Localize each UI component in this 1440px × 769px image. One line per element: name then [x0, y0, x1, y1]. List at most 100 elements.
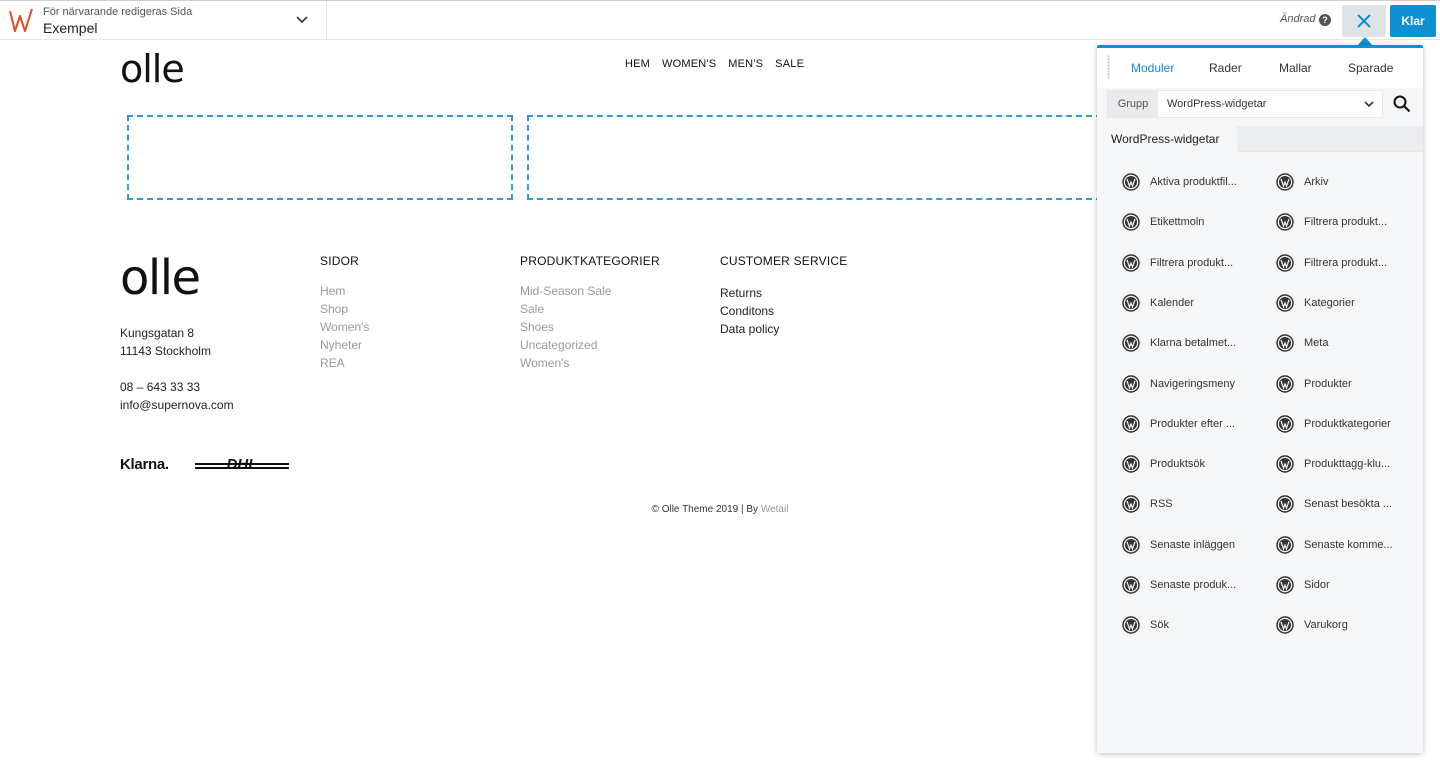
footer-link[interactable]: Nyheter [320, 336, 369, 354]
wordpress-icon [1122, 253, 1140, 272]
widget-item[interactable]: Produkttagg-klu... [1276, 454, 1390, 474]
widget-item[interactable]: Klarna betalmet... [1122, 333, 1236, 353]
site-logo[interactable]: olle [120, 50, 185, 88]
copyright-text: © Olle Theme 2019 | By [651, 504, 759, 515]
tab-mallar[interactable]: Mallar [1279, 61, 1312, 75]
footer-link[interactable]: Women's [320, 318, 369, 336]
widget-label: Filtrera produkt... [1150, 256, 1234, 269]
widget-item[interactable]: Produktsök [1122, 454, 1205, 474]
nav-item-mens[interactable]: MEN'S [728, 58, 763, 70]
widget-item[interactable]: Produkter [1276, 374, 1352, 394]
wordpress-icon [1122, 173, 1140, 191]
close-panel-button[interactable] [1342, 5, 1386, 37]
chevron-down-icon[interactable] [1364, 99, 1374, 109]
widget-label: Sidor [1304, 579, 1330, 591]
footer-link[interactable]: REA [320, 354, 369, 372]
search-icon[interactable] [1393, 95, 1411, 113]
widget-item[interactable]: Filtrera produkt... [1276, 253, 1387, 273]
widget-item[interactable]: Aktiva produktfil... [1122, 172, 1237, 192]
footer-link[interactable]: Hem [320, 282, 369, 300]
nav-item-sale[interactable]: SALE [775, 58, 804, 70]
group-value[interactable]: WordPress-widgetar [1167, 91, 1266, 117]
widget-label: Senaste komme... [1304, 538, 1393, 551]
widget-item[interactable]: Kalender [1122, 293, 1194, 313]
wordpress-icon [1122, 294, 1140, 312]
wetail-link[interactable]: Wetail [761, 504, 789, 515]
widget-item[interactable]: Senaste komme... [1276, 535, 1393, 555]
footer-col-produktkategorier: Mid-Season Sale Sale Shoes Uncategorized… [520, 282, 611, 372]
widget-label: Kalender [1150, 296, 1195, 309]
help-icon[interactable]: ? [1319, 14, 1331, 26]
widget-item[interactable]: Meta [1276, 333, 1328, 353]
wordpress-icon [1122, 616, 1140, 635]
done-button[interactable]: Klar [1390, 5, 1436, 37]
widget-item[interactable]: Produktkategorier [1276, 414, 1391, 434]
topbar-divider [326, 1, 327, 41]
wordpress-icon [1276, 616, 1294, 635]
drag-handle-icon[interactable] [1107, 55, 1110, 79]
section-tab-label[interactable]: WordPress-widgetar [1097, 126, 1237, 153]
widget-item[interactable]: Senast besökta ... [1276, 494, 1392, 514]
widget-item[interactable]: Arkiv [1276, 172, 1328, 192]
chevron-down-icon[interactable] [295, 13, 309, 27]
tab-sparade[interactable]: Sparade [1348, 61, 1393, 75]
widget-item[interactable]: Filtrera produkt... [1276, 212, 1387, 232]
footer-link[interactable]: Sale [520, 300, 611, 318]
widget-item[interactable]: Varukorg [1276, 615, 1348, 635]
widget-item[interactable]: Kategorier [1276, 293, 1355, 313]
footer-link[interactable]: Returns [720, 284, 779, 302]
footer-link[interactable]: Shoes [520, 318, 611, 336]
nav-item-hem[interactable]: HEM [625, 58, 650, 70]
wordpress-icon [1276, 173, 1294, 191]
widget-label: Produkttagg-klu... [1304, 458, 1391, 471]
widget-label: Filtrera produkt... [1304, 256, 1388, 269]
builder-topbar: För närvarande redigeras Sida Exempel Än… [0, 0, 1440, 46]
wordpress-icon [1122, 535, 1140, 554]
footer-link[interactable]: Shop [320, 300, 369, 318]
widget-item[interactable]: Produkter efter ... [1122, 414, 1235, 434]
page-title[interactable]: Exempel [43, 20, 97, 36]
group-label: Grupp [1108, 91, 1158, 117]
section-tab: WordPress-widgetar [1097, 126, 1423, 153]
drop-zone-right[interactable] [527, 115, 1102, 200]
wordpress-icon [1122, 415, 1140, 433]
widget-label: Senast besökta ... [1304, 498, 1393, 511]
tab-rader[interactable]: Rader [1209, 61, 1242, 75]
widget-item[interactable]: RSS [1122, 494, 1173, 514]
group-select[interactable]: Grupp WordPress-widgetar [1107, 90, 1383, 118]
footer-col-title-customer-service: CUSTOMER SERVICE [720, 254, 848, 268]
widget-item[interactable]: Sidor [1276, 575, 1330, 595]
tab-moduler[interactable]: Moduler [1131, 61, 1174, 75]
widget-item[interactable]: Senaste produk... [1122, 575, 1236, 595]
wordpress-icon [1122, 576, 1140, 594]
footer-link[interactable]: Mid-Season Sale [520, 282, 611, 300]
klarna-logo: Klarna. [120, 456, 169, 473]
widget-item[interactable]: Filtrera produkt... [1122, 253, 1233, 273]
widget-item[interactable]: Senaste inläggen [1122, 535, 1235, 555]
widget-label: Filtrera produkt... [1304, 216, 1388, 229]
widget-item[interactable]: Etikettmoln [1122, 212, 1204, 232]
footer-link[interactable]: Women's [520, 354, 611, 372]
widget-label: Varukorg [1304, 619, 1348, 632]
nav-item-womens[interactable]: WOMEN'S [662, 58, 716, 70]
wordpress-icon [1276, 535, 1294, 554]
widget-label: Produkter efter ... [1150, 417, 1235, 430]
footer-link[interactable]: Conditons [720, 302, 779, 320]
changed-status[interactable]: Ändrad [1280, 13, 1315, 25]
email-link[interactable]: info@supernova.com [120, 398, 234, 412]
widget-label: Sök [1150, 619, 1169, 632]
drop-zone-left[interactable] [127, 115, 513, 200]
footer-link[interactable]: Data policy [720, 320, 779, 338]
footer-logo[interactable]: olle [120, 254, 201, 302]
widget-item[interactable]: Navigeringsmeny [1122, 374, 1235, 394]
widget-item[interactable]: Sök [1122, 615, 1169, 635]
widget-label: Etikettmoln [1150, 216, 1205, 229]
widget-label: RSS [1150, 498, 1173, 511]
footer-col-title-sidor: SIDOR [320, 254, 360, 268]
main-nav: HEM WOMEN'S MEN'S SALE [625, 58, 816, 70]
widget-label: Arkiv [1304, 176, 1329, 188]
footer-link[interactable]: Uncategorized [520, 336, 611, 354]
wordpress-icon [1122, 213, 1140, 232]
panel-tabs: Moduler Rader Mallar Sparade [1097, 48, 1423, 88]
wordpress-icon [1122, 495, 1140, 514]
